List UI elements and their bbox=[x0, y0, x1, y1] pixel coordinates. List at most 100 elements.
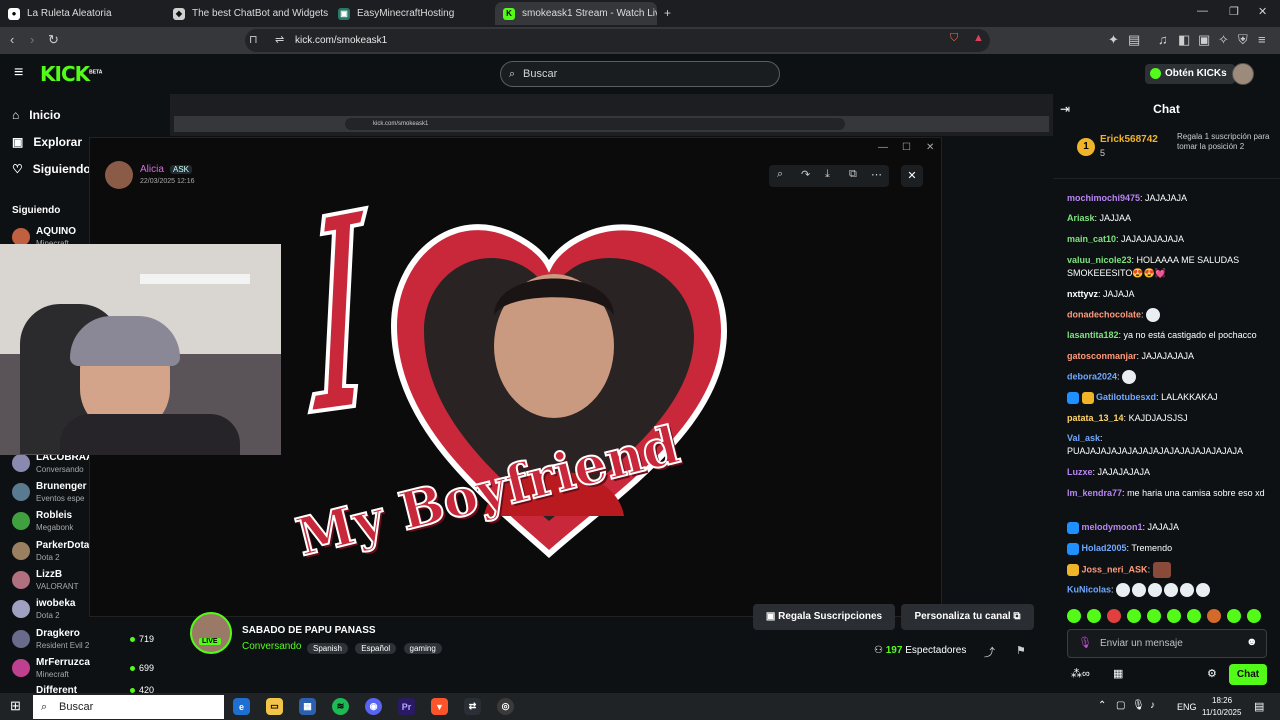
spotify-icon[interactable]: ≋ bbox=[332, 698, 349, 715]
sidebar-channel-mrferruzca[interactable]: MrFerruzca Minecraft 699 bbox=[12, 655, 162, 683]
store-icon[interactable]: ▦ bbox=[1113, 667, 1123, 680]
obs-icon[interactable]: ◎ bbox=[497, 698, 514, 715]
chat-user[interactable]: main_cat10 bbox=[1067, 234, 1116, 244]
tray-mic-icon[interactable]: 🎙 bbox=[1132, 700, 1145, 711]
nav-inicio[interactable]: ⌂ Inicio bbox=[12, 108, 61, 122]
tab-ruleta[interactable]: ● La Ruleta Aleatoria bbox=[0, 2, 165, 25]
popup-close-window-icon[interactable]: ✕ bbox=[926, 142, 934, 153]
gift-subs-button[interactable]: ▣ Regala Suscripciones bbox=[753, 604, 895, 630]
chat-user[interactable]: nxttyvz bbox=[1067, 289, 1098, 299]
tab-minecraft[interactable]: ▣ EasyMinecraftHosting bbox=[330, 2, 495, 25]
vpn-icon[interactable]: ⛨ bbox=[1238, 32, 1248, 48]
sidebar-channel-different[interactable]: Different 420 bbox=[12, 683, 162, 693]
kicks-icon[interactable]: ⁂∞ bbox=[1071, 667, 1090, 680]
tray-speaker-icon[interactable]: ♪ bbox=[1150, 700, 1155, 711]
download-icon[interactable]: ⤓ bbox=[825, 168, 830, 181]
chat-user[interactable]: Holad2005 bbox=[1082, 543, 1127, 553]
store-app-icon[interactable]: ▦ bbox=[299, 698, 316, 715]
chat-user[interactable]: donadechocolate bbox=[1067, 309, 1141, 319]
tab-smokeask1[interactable]: K smokeask1 Stream - Watch Live ✕ bbox=[495, 2, 657, 25]
zoom-icon[interactable]: ⌕ bbox=[777, 168, 783, 181]
tab-chatbot[interactable]: ◆ The best ChatBot and Widgets for Ki bbox=[165, 2, 330, 25]
streamer-avatar[interactable] bbox=[190, 612, 232, 654]
premiere-icon[interactable]: Pr bbox=[398, 698, 415, 715]
popup-maximize-icon[interactable]: ☐ bbox=[902, 142, 911, 153]
notifications-icon[interactable]: ▤ bbox=[1254, 700, 1264, 713]
taskbar-search[interactable]: ⌕ Buscar bbox=[33, 695, 224, 719]
emote-icon[interactable] bbox=[1167, 609, 1181, 623]
windows-start-icon[interactable]: ⊞ bbox=[10, 698, 21, 714]
chat-user[interactable]: Val_ask bbox=[1067, 433, 1100, 443]
chat-user[interactable]: Gatilotubesxd bbox=[1096, 392, 1156, 402]
emote-icon[interactable] bbox=[1247, 609, 1261, 623]
emote-icon[interactable] bbox=[1207, 609, 1221, 623]
chat-user[interactable]: mochimochi9475 bbox=[1067, 193, 1140, 203]
back-icon[interactable]: ‹ bbox=[10, 32, 14, 47]
chat-user[interactable]: lm_kendra77 bbox=[1067, 488, 1122, 498]
reader-icon[interactable]: ▤ bbox=[1128, 32, 1140, 48]
share-icon[interactable]: ↷ bbox=[801, 168, 810, 181]
search-input[interactable]: ⌕ Buscar bbox=[500, 61, 780, 87]
stream-category[interactable]: Conversando bbox=[242, 641, 301, 652]
minimize-icon[interactable]: — bbox=[1197, 5, 1208, 17]
nav-siguiendo[interactable]: ♡ Siguiendo bbox=[12, 162, 91, 176]
file-explorer-icon[interactable]: ▭ bbox=[266, 698, 283, 715]
get-kicks-button[interactable]: Obtén KICKs bbox=[1145, 64, 1235, 84]
wallet-icon[interactable]: ▣ bbox=[1198, 32, 1210, 48]
chat-user[interactable]: patata_13_14 bbox=[1067, 413, 1124, 423]
bookmark-icon[interactable]: ⊓ bbox=[249, 33, 258, 46]
menu-icon[interactable]: ≡ bbox=[1258, 32, 1266, 47]
emote-icon[interactable] bbox=[1187, 609, 1201, 623]
microphone-icon[interactable]: 🎙 bbox=[1078, 636, 1092, 649]
customize-channel-button[interactable]: Personaliza tu canal ⧉ bbox=[901, 604, 1034, 630]
app-icon[interactable]: ⇄ bbox=[464, 698, 481, 715]
tag-espanol[interactable]: Español bbox=[355, 643, 397, 654]
emote-icon[interactable] bbox=[1147, 609, 1161, 623]
chat-user[interactable]: KuNicolas bbox=[1067, 584, 1111, 594]
reload-icon[interactable]: ↻ bbox=[48, 32, 59, 48]
leo-icon[interactable]: ✧ bbox=[1218, 32, 1229, 48]
emoji-icon[interactable]: ☻ bbox=[1246, 636, 1258, 648]
address-bar[interactable]: ⊓ ⇌ kick.com/smokeask1 ⛉ ▲ bbox=[245, 29, 990, 52]
nav-explorar[interactable]: ▣ Explorar bbox=[12, 135, 82, 149]
chat-user[interactable]: valuu_nicole23 bbox=[1067, 255, 1132, 265]
site-settings-icon[interactable]: ⇌ bbox=[275, 33, 284, 46]
report-icon[interactable]: ⚑ bbox=[1016, 644, 1026, 657]
clock-time[interactable]: 18:26 bbox=[1212, 696, 1232, 705]
tray-app-icon[interactable]: ▢ bbox=[1116, 700, 1125, 711]
brave-rewards-icon[interactable]: ▲ bbox=[973, 32, 984, 44]
chat-input[interactable]: 🎙 Enviar un mensaje ☻ bbox=[1067, 629, 1267, 658]
user-avatar[interactable] bbox=[1232, 63, 1254, 85]
chat-user[interactable]: debora2024 bbox=[1067, 371, 1117, 381]
close-popup-icon[interactable]: ✕ bbox=[901, 165, 923, 187]
kick-logo[interactable]: KICKBETA bbox=[40, 62, 102, 86]
clock-date[interactable]: 11/10/2025 bbox=[1202, 708, 1241, 717]
new-tab-icon[interactable]: + bbox=[664, 6, 671, 20]
popup-minimize-icon[interactable]: — bbox=[878, 142, 888, 153]
sidebar-toggle-icon[interactable]: ◧ bbox=[1178, 32, 1190, 48]
extensions-icon[interactable]: ✦ bbox=[1108, 32, 1119, 48]
chat-user[interactable]: Luzxe bbox=[1067, 467, 1093, 477]
chat-user[interactable]: Ariask bbox=[1067, 213, 1095, 223]
chat-user[interactable]: Joss_neri_ASK bbox=[1082, 564, 1148, 574]
chat-user[interactable]: melodymoon1 bbox=[1082, 522, 1143, 532]
maximize-icon[interactable]: ❐ bbox=[1229, 5, 1239, 18]
tag-gaming[interactable]: gaming bbox=[403, 643, 442, 654]
more-icon[interactable]: ⋯ bbox=[871, 168, 882, 181]
keyboard-language[interactable]: ENG bbox=[1177, 702, 1197, 712]
media-icon[interactable]: ♫ bbox=[1158, 32, 1168, 47]
chat-user[interactable]: gatosconmanjar bbox=[1067, 351, 1137, 361]
discord-icon[interactable]: ◉ bbox=[365, 698, 382, 715]
chat-settings-icon[interactable]: ⚙ bbox=[1207, 667, 1217, 680]
tray-chevron-icon[interactable]: ⌃ bbox=[1098, 700, 1106, 711]
tag-spanish[interactable]: Spanish bbox=[307, 643, 348, 654]
emote-icon[interactable] bbox=[1127, 609, 1141, 623]
sidebar-channel-dragkero[interactable]: Dragkero Resident Evil 2 719 bbox=[12, 626, 162, 654]
chat-user[interactable]: lasantita182 bbox=[1067, 330, 1119, 340]
close-window-icon[interactable]: ✕ bbox=[1258, 5, 1267, 18]
brave-shield-icon[interactable]: ⛉ bbox=[950, 32, 958, 45]
open-external-icon[interactable]: ⧉ bbox=[849, 168, 857, 181]
emote-icon[interactable] bbox=[1227, 609, 1241, 623]
brave-icon[interactable]: ▼ bbox=[431, 698, 448, 715]
forward-icon[interactable]: › bbox=[30, 32, 34, 47]
